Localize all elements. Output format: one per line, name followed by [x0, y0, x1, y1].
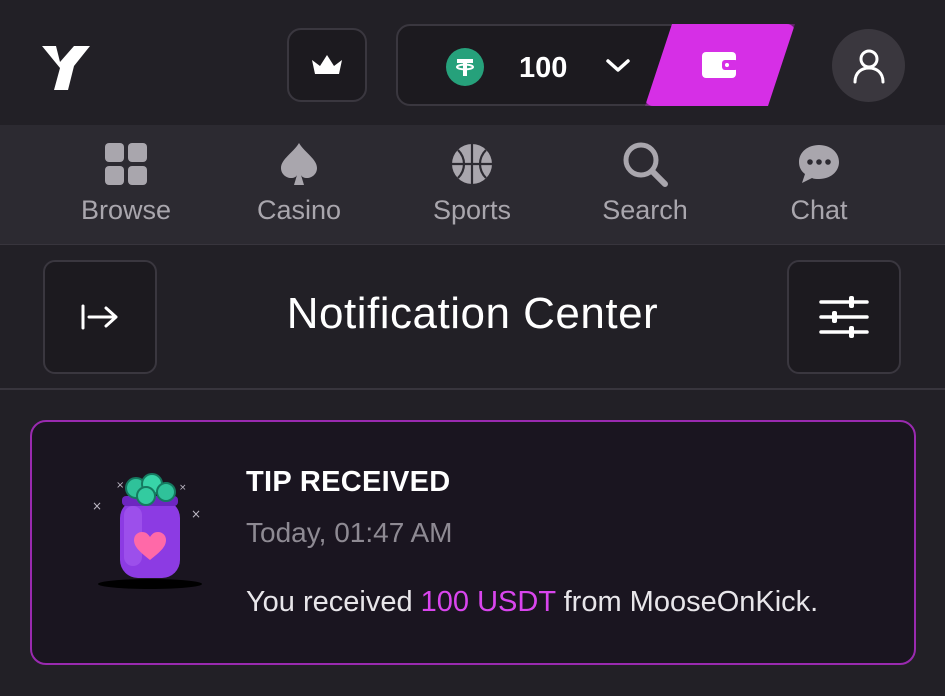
notification-title: TIP RECEIVED: [246, 466, 451, 498]
notification-center-header: Notification Center: [0, 245, 945, 390]
profile-button[interactable]: [832, 29, 905, 102]
notification-message: You received 100 USDT from MooseOnKick.: [246, 586, 818, 619]
notification-settings-button[interactable]: [787, 260, 901, 374]
notification-timestamp: Today, 01:47 AM: [246, 517, 453, 548]
wallet-button[interactable]: [645, 24, 795, 106]
svg-text:×: ×: [116, 480, 124, 491]
balance-amount: 100: [519, 52, 568, 84]
nav-item-sports[interactable]: Sports: [397, 125, 547, 244]
search-icon: [622, 141, 668, 187]
crown-icon: [312, 55, 342, 74]
nav-label-chat: Chat: [790, 195, 848, 225]
spade-icon: [279, 141, 319, 187]
nav-label-sports: Sports: [432, 195, 512, 225]
nav-item-chat[interactable]: Chat: [744, 125, 894, 244]
grid-icon: [104, 141, 148, 187]
user-icon: [853, 49, 884, 83]
tip-jar-icon: × × × ×: [92, 473, 202, 589]
nav-label-search: Search: [602, 195, 688, 225]
message-prefix: You received: [246, 586, 421, 618]
sliders-icon: [819, 296, 869, 338]
chevron-down-icon[interactable]: [605, 56, 631, 76]
top-header: 100: [0, 0, 945, 125]
basketball-icon: [450, 141, 494, 187]
wallet-icon: [702, 52, 738, 78]
nav-label-browse: Browse: [80, 195, 172, 225]
nav-item-casino[interactable]: Casino: [224, 125, 374, 244]
notification-card[interactable]: × × × × TIP RECEIVED Today, 01:47 AM You…: [30, 420, 916, 665]
message-suffix: from MooseOnKick.: [555, 586, 819, 618]
vip-button[interactable]: [287, 28, 367, 102]
main-nav: Browse Casino Sports Search Chat: [0, 125, 945, 245]
tip-amount: 100 USDT: [420, 586, 556, 618]
nav-label-casino: Casino: [256, 195, 342, 225]
usdt-icon: [446, 48, 484, 86]
nav-item-search[interactable]: Search: [570, 125, 720, 244]
svg-text:×: ×: [179, 483, 187, 493]
svg-text:×: ×: [191, 507, 201, 521]
nav-item-browse[interactable]: Browse: [51, 125, 201, 244]
brand-logo[interactable]: [38, 38, 94, 94]
chat-icon: [797, 141, 841, 187]
svg-text:×: ×: [92, 499, 102, 513]
